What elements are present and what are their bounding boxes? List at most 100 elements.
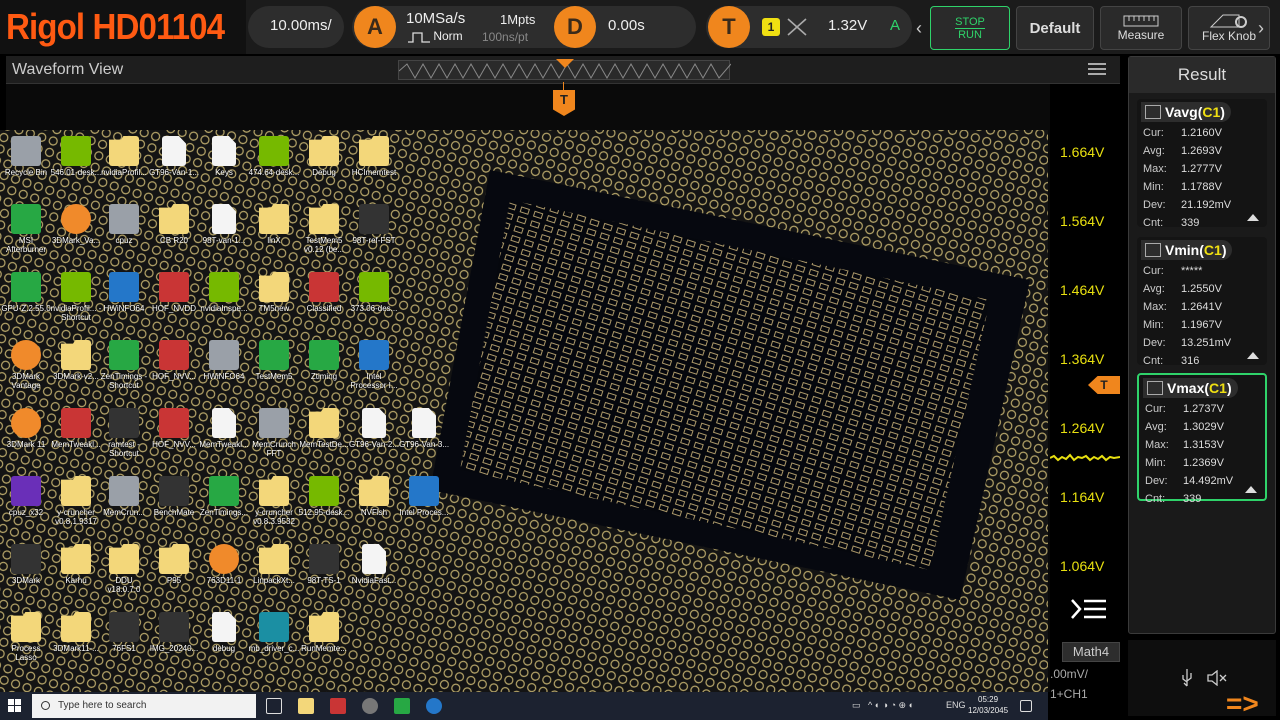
desktop-icon[interactable]: TM5new — [248, 266, 300, 332]
desktop-icon[interactable]: 3DMark_Va... — [50, 198, 102, 264]
measure-button[interactable]: Measure — [1100, 6, 1182, 50]
desktop-icon[interactable]: MemTestDe... — [298, 402, 350, 468]
desktop-icon[interactable]: linX — [248, 198, 300, 264]
trigger-icon[interactable]: T — [708, 6, 750, 48]
desktop-icon[interactable]: nvidiaProfil... - Shortcut — [50, 266, 102, 332]
desktop-icon[interactable]: 3DMark11-... — [50, 606, 102, 672]
desktop-icon[interactable]: TestMem5 — [248, 334, 300, 400]
app-icon-gray[interactable] — [362, 698, 378, 714]
desktop-icon[interactable]: GPU-Z.2.55.0 — [0, 266, 52, 332]
language-indicator[interactable]: ENG — [946, 700, 966, 710]
desktop-icon[interactable]: MemCrun... — [98, 470, 150, 536]
desktop-icon[interactable]: Ztiming — [298, 334, 350, 400]
desktop-icon[interactable]: ramtest - Shortcut — [98, 402, 150, 468]
desktop-icon[interactable]: ZenTimings... — [198, 470, 250, 536]
desktop-icon-label: MSI Afterburner — [5, 236, 47, 254]
desktop-icon[interactable]: HWiNFO64 — [98, 266, 150, 332]
collapse-arrow-icon[interactable] — [1247, 214, 1259, 221]
desktop-icon[interactable]: nvidiaProfil... — [98, 130, 150, 196]
desktop-icon[interactable]: IMG_20240... — [148, 606, 200, 672]
desktop-icon[interactable]: BenchMate — [148, 470, 200, 536]
desktop-icon[interactable]: y-cruncher v0.8.3.9532 — [248, 470, 300, 536]
desktop-icon[interactable]: Debug — [298, 130, 350, 196]
desktop-icon[interactable]: RunMemte... — [298, 606, 350, 672]
desktop-icon[interactable]: ZenTimings - Shortcut — [98, 334, 150, 400]
desktop-icon[interactable]: Recycle Bin — [0, 130, 52, 196]
app-icon-blue[interactable] — [426, 698, 442, 714]
trigger-control[interactable]: T 1 1.32V A — [706, 6, 912, 48]
desktop-icon[interactable]: GT96-Van-2... — [348, 402, 400, 468]
mute-icon[interactable] — [1206, 670, 1228, 686]
file-explorer-icon[interactable] — [298, 698, 314, 714]
desktop-icon[interactable]: Intel Proces... — [398, 470, 450, 536]
timebase-control[interactable]: 10.00ms/ — [248, 6, 344, 48]
app-icon-green[interactable] — [394, 698, 410, 714]
chevron-left-icon[interactable]: ‹ — [916, 6, 928, 50]
desktop-icon[interactable]: 76FS1 — [98, 606, 150, 672]
desktop-icon[interactable]: GT96-Van-1... — [148, 130, 200, 196]
collapse-arrow-icon[interactable] — [1247, 352, 1259, 359]
desktop-icon[interactable]: 512.95-desk... — [298, 470, 350, 536]
desktop-icon[interactable]: debug — [198, 606, 250, 672]
desktop-icon[interactable]: DDU v18.0.7.0 — [98, 538, 150, 604]
desktop-icon[interactable]: HCImemtest — [348, 130, 400, 196]
desktop-icon[interactable]: HOF_NVV... — [148, 402, 200, 468]
desktop-icon[interactable]: Karhu — [50, 538, 102, 604]
desktop-icon[interactable]: MSI Afterburner — [0, 198, 52, 264]
desktop-icon[interactable]: cpuz_x32 — [0, 470, 52, 536]
chevron-right-icon[interactable]: › — [1258, 6, 1274, 50]
desktop-icon[interactable]: 3DMark Vantage — [0, 334, 52, 400]
notification-icon[interactable] — [1020, 700, 1032, 712]
desktop-icon[interactable]: 98T-TS-1 — [298, 538, 350, 604]
desktop-icon[interactable]: cpuz — [98, 198, 150, 264]
desktop-icon[interactable]: NVFlsh — [348, 470, 400, 536]
desktop-icon[interactable]: nvidiaInspe... — [198, 266, 250, 332]
desktop-icon[interactable]: 3DMark — [0, 538, 52, 604]
desktop-icon[interactable]: TestMem5 v0.12 (be... — [298, 198, 350, 264]
desktop-icon[interactable]: Intel Processor I... — [348, 334, 400, 400]
clock[interactable]: 05:29 12/03/2045 — [968, 694, 1008, 716]
desktop-icon[interactable]: Keys — [198, 130, 250, 196]
collapse-arrow-icon[interactable] — [1245, 486, 1257, 493]
desktop-icon[interactable]: MemTweakl... — [198, 402, 250, 468]
desktop-icon[interactable]: 3DMark 11 — [0, 402, 52, 468]
desktop-icon[interactable]: 763D11-1 — [198, 538, 250, 604]
overview-position-marker[interactable] — [556, 59, 574, 68]
measurement-card[interactable]: Vmin(C1) Cur: ***** Avg: 1.2550V Max: 1.2641V M… — [1137, 237, 1267, 367]
math-tab[interactable]: Math4 — [1062, 642, 1120, 662]
desktop-icon[interactable]: 98T-ref-FST — [348, 198, 400, 264]
desktop-icon[interactable]: Classified — [298, 266, 350, 332]
desktop-icon[interactable]: HOF_NVV... — [148, 334, 200, 400]
desktop-icon[interactable]: HOF_NVDD — [148, 266, 200, 332]
task-view-icon[interactable] — [266, 698, 282, 714]
desktop-icon[interactable]: LinpackXt... — [248, 538, 300, 604]
desktop-icon[interactable]: 98T-van-1... — [198, 198, 250, 264]
tray-icons[interactable]: ▭ ^ ◐ ◑ ◔ ⊕ ◐ — [852, 700, 914, 711]
desktop-icon[interactable]: 373.06-des... — [348, 266, 400, 332]
desktop-icon[interactable]: 474.64-desk... — [248, 130, 300, 196]
desktop-icon[interactable]: P95 — [148, 538, 200, 604]
desktop-icon[interactable]: 3DMark-v2... — [50, 334, 102, 400]
desktop-icon[interactable]: Process Lasso — [0, 606, 52, 672]
acquire-icon[interactable]: A — [354, 6, 396, 48]
desktop-icon[interactable]: NvidiaFast... — [348, 538, 400, 604]
desktop-icon[interactable]: mb_driver_c... — [248, 606, 300, 672]
expand-menu-icon[interactable] — [1070, 596, 1110, 626]
desktop-icon[interactable]: GT96-Van-3... — [398, 402, 450, 468]
acquisition-control[interactable]: A 10MSa/s Norm 1Mpts 100ns/pt D 0.00s — [352, 6, 696, 48]
desktop-icon[interactable]: HWiNFO64 — [198, 334, 250, 400]
app-icon-red[interactable] — [330, 698, 346, 714]
desktop-icon[interactable]: 546.01-desk... — [50, 130, 102, 196]
run-stop-button[interactable]: STOP RUN — [930, 6, 1010, 50]
menu-icon[interactable] — [1088, 63, 1106, 75]
delay-icon[interactable]: D — [554, 6, 596, 48]
desktop-icon[interactable]: MemTweakl... — [50, 402, 102, 468]
measurement-card[interactable]: Vavg(C1) Cur: 1.2160V Avg: 1.2693V Max: 1.2777… — [1137, 99, 1267, 229]
default-button[interactable]: Default — [1016, 6, 1094, 50]
desktop-icon[interactable]: CB R20 — [148, 198, 200, 264]
windows-start-icon[interactable] — [8, 699, 22, 713]
measurement-card[interactable]: Vmax(C1) Cur: 1.2737V Avg: 1.3029V Max: 1.3153… — [1137, 373, 1267, 505]
taskbar-search[interactable]: Type here to search — [32, 694, 256, 718]
desktop-icon[interactable]: MemCrunch FFT — [248, 402, 300, 468]
desktop-icon[interactable]: y-cruncher v0.8.1.9317 — [50, 470, 102, 536]
